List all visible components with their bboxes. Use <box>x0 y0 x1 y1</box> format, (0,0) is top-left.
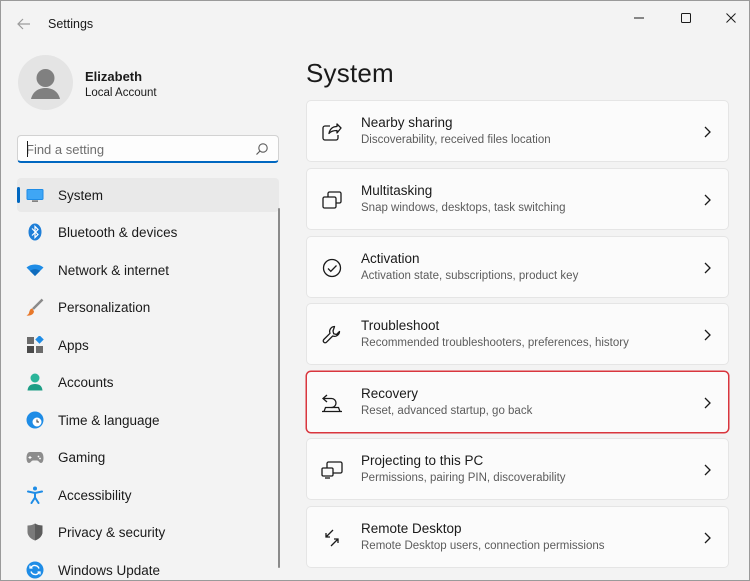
card-description: Permissions, pairing PIN, discoverabilit… <box>361 472 566 484</box>
card-title: Nearby sharing <box>361 115 453 130</box>
user-name: Elizabeth <box>85 69 143 84</box>
sidebar-item-label: Accessibility <box>58 488 132 503</box>
sidebar-item-windows-update[interactable]: Windows Update <box>17 553 279 580</box>
shield-icon <box>26 523 44 541</box>
sidebar-item-label: System <box>58 188 104 203</box>
monitor-icon <box>26 186 44 204</box>
user-avatar-icon <box>31 69 60 99</box>
page-title: System <box>306 58 394 88</box>
project-icon <box>321 459 343 481</box>
sidebar-item-label: Privacy & security <box>58 525 166 540</box>
card-description: Reset, advanced startup, go back <box>361 405 533 417</box>
avatar[interactable] <box>18 55 73 110</box>
sidebar-item-label: Network & internet <box>58 263 170 278</box>
account-type: Local Account <box>85 87 157 99</box>
sidebar-item-label: Gaming <box>58 450 106 465</box>
bluetooth-icon <box>26 223 44 241</box>
settings-window: Settings Elizabeth Local Account Find a … <box>0 0 750 581</box>
sidebar-item-gaming[interactable]: Gaming <box>17 440 279 474</box>
paintbrush-icon <box>26 298 44 316</box>
sidebar-item-label: Windows Update <box>58 563 161 578</box>
minimize-button[interactable] <box>616 5 662 31</box>
sidebar-item-accounts[interactable]: Accounts <box>17 365 279 399</box>
title-bar: Settings <box>1 1 749 47</box>
search-input[interactable] <box>26 140 246 158</box>
card-description: Snap windows, desktops, task switching <box>361 202 566 214</box>
card-description: Recommended troubleshooters, preferences… <box>361 337 629 349</box>
sidebar-nav: System Bluetooth & devices Network & int… <box>1 176 291 580</box>
close-button[interactable] <box>708 5 749 31</box>
person-icon <box>26 373 44 391</box>
globe-clock-icon <box>26 411 44 429</box>
search-box[interactable] <box>17 135 279 163</box>
card-description: Discoverability, received files location <box>361 134 551 146</box>
gamepad-icon <box>26 448 44 466</box>
sidebar-item-personalization[interactable]: Personalization <box>17 290 279 324</box>
chevron-right-icon <box>700 328 714 342</box>
card-recovery[interactable]: Recovery Reset, advanced startup, go bac… <box>306 371 729 433</box>
card-activation[interactable]: Activation Activation state, subscriptio… <box>306 236 729 298</box>
sidebar-item-system[interactable]: System <box>17 178 279 212</box>
maximize-button[interactable] <box>663 5 709 31</box>
share-icon <box>321 121 343 143</box>
chevron-right-icon <box>700 125 714 139</box>
chevron-right-icon <box>700 396 714 410</box>
chevron-right-icon <box>700 261 714 275</box>
card-description: Activation state, subscriptions, product… <box>361 270 579 282</box>
active-indicator <box>17 187 20 203</box>
chevron-right-icon <box>700 463 714 477</box>
update-icon <box>26 561 44 579</box>
recovery-icon <box>321 392 343 414</box>
sidebar-item-label: Apps <box>58 338 89 353</box>
back-button[interactable] <box>13 13 35 35</box>
sidebar-item-apps[interactable]: Apps <box>17 328 279 362</box>
text-caret <box>27 141 28 157</box>
remote-desktop-icon <box>321 527 343 549</box>
sidebar-item-label: Accounts <box>58 375 114 390</box>
chevron-right-icon <box>700 193 714 207</box>
sidebar-item-time-language[interactable]: Time & language <box>17 403 279 437</box>
maximize-icon <box>681 13 691 23</box>
app-title: Settings <box>48 17 94 31</box>
close-icon <box>726 13 736 23</box>
card-title: Projecting to this PC <box>361 453 484 468</box>
card-title: Multitasking <box>361 183 433 198</box>
apps-icon <box>26 336 44 354</box>
card-projecting-to-this-pc[interactable]: Projecting to this PC Permissions, pairi… <box>306 438 729 500</box>
sidebar-item-bluetooth[interactable]: Bluetooth & devices <box>17 215 279 249</box>
card-nearby-sharing[interactable]: Nearby sharing Discoverability, received… <box>306 100 729 162</box>
card-troubleshoot[interactable]: Troubleshoot Recommended troubleshooters… <box>306 303 729 365</box>
card-title: Remote Desktop <box>361 521 462 536</box>
search-icon[interactable] <box>255 142 269 156</box>
card-remote-desktop[interactable]: Remote Desktop Remote Desktop users, con… <box>306 506 729 568</box>
card-multitasking[interactable]: Multitasking Snap windows, desktops, tas… <box>306 168 729 230</box>
sidebar-item-label: Bluetooth & devices <box>58 225 178 240</box>
sidebar-item-label: Personalization <box>58 300 151 315</box>
multitask-icon <box>321 189 343 211</box>
wrench-icon <box>321 324 343 346</box>
check-circle-icon <box>321 257 343 279</box>
back-arrow-icon <box>17 18 30 30</box>
minimize-icon <box>634 17 644 19</box>
chevron-right-icon <box>700 531 714 545</box>
sidebar-item-accessibility[interactable]: Accessibility <box>17 478 279 512</box>
accessibility-icon <box>26 486 44 504</box>
sidebar-scrollbar[interactable] <box>278 208 280 568</box>
wifi-icon <box>26 261 44 279</box>
card-description: Remote Desktop users, connection permiss… <box>361 540 605 552</box>
card-title: Troubleshoot <box>361 318 440 333</box>
card-title: Activation <box>361 251 420 266</box>
card-title: Recovery <box>361 386 419 401</box>
sidebar-item-network[interactable]: Network & internet <box>17 253 279 287</box>
sidebar-item-label: Time & language <box>58 413 160 428</box>
sidebar-item-privacy-security[interactable]: Privacy & security <box>17 515 279 549</box>
